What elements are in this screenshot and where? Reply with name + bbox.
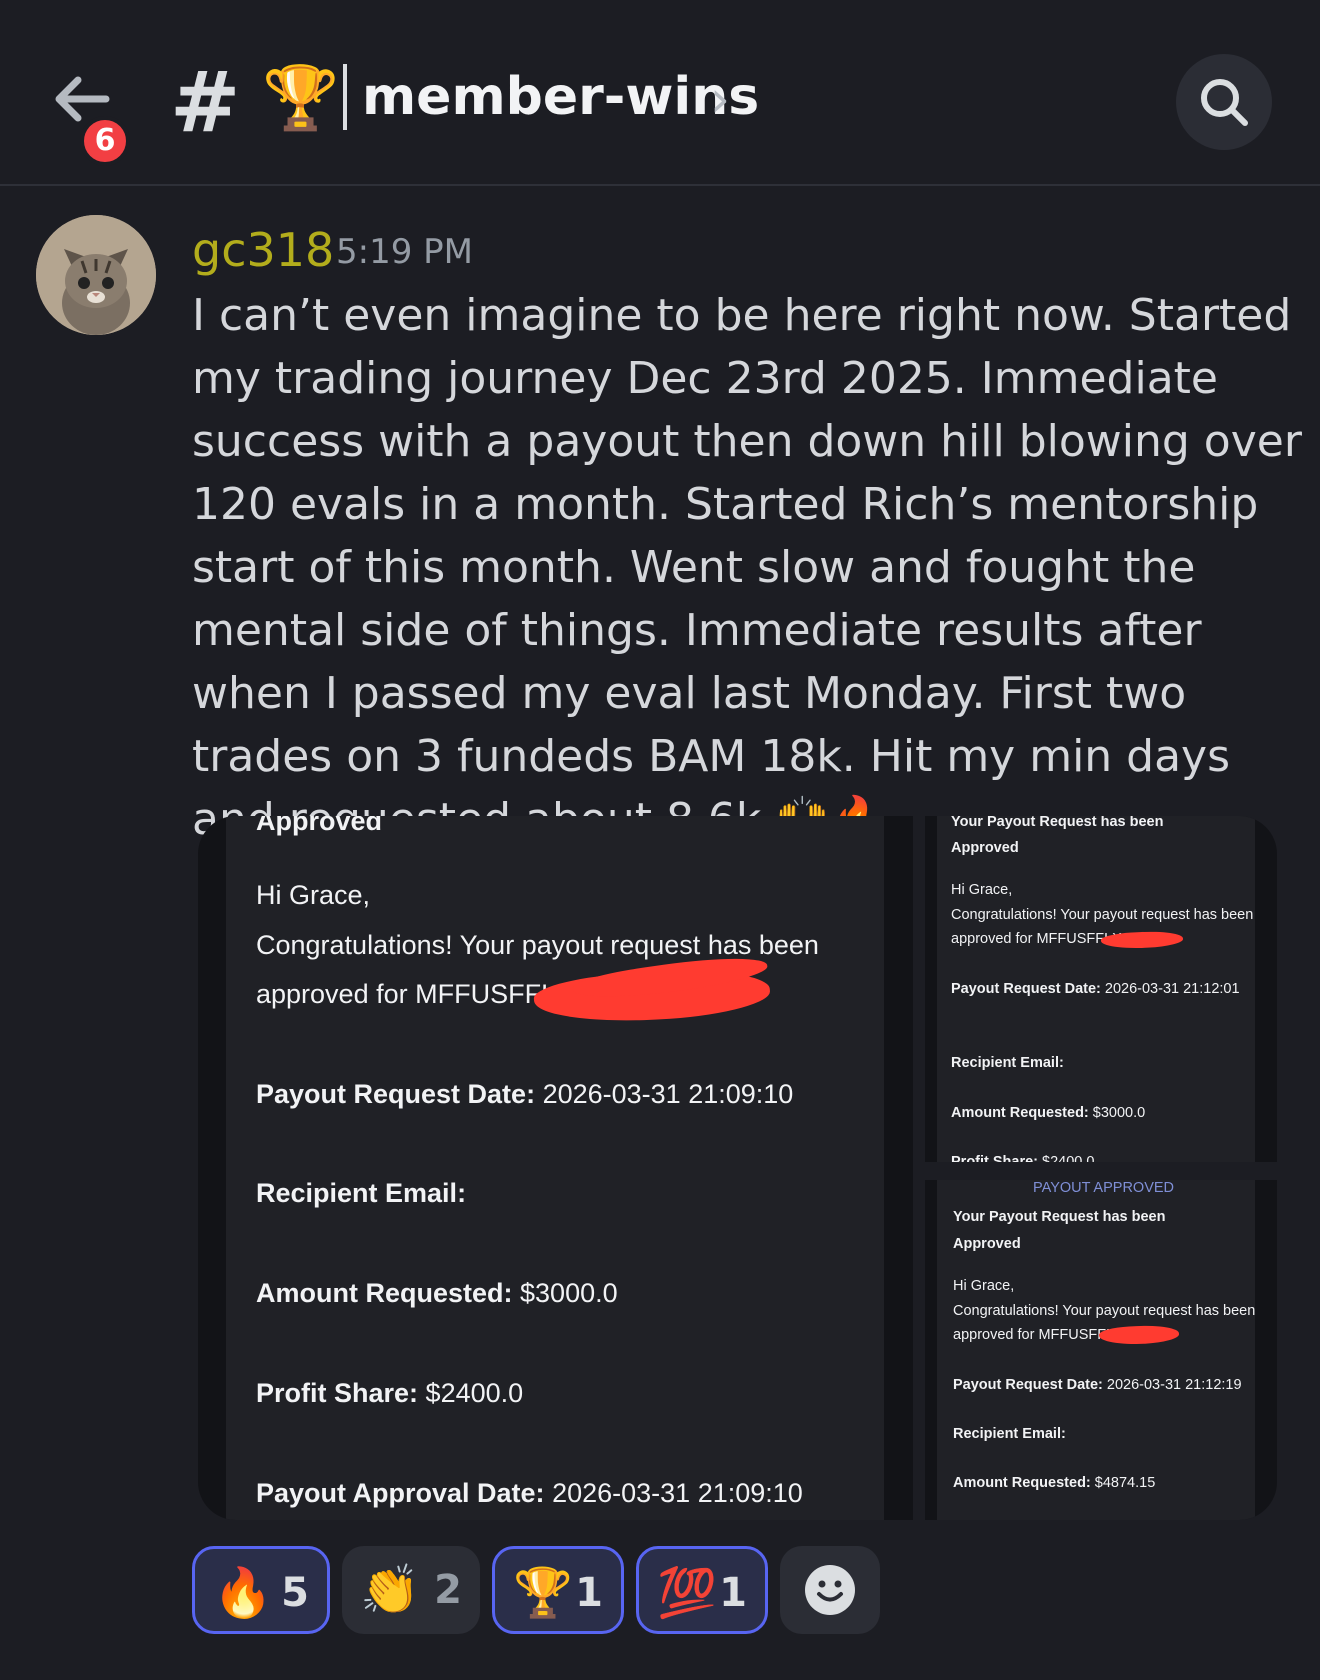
search-icon <box>1201 79 1248 126</box>
reaction-clap[interactable]: 👏 2 <box>342 1546 480 1634</box>
unread-badge: 6 <box>80 116 130 166</box>
email-greeting: Hi Grace, <box>953 1278 1015 1294</box>
payout-date-label: Payout Request Date: <box>951 981 1101 997</box>
message-text: I can’t even imagine to be here right no… <box>192 290 1302 845</box>
amount-requested-label: Amount Requested: <box>951 1105 1089 1121</box>
amount-requested-label: Amount Requested: <box>953 1475 1091 1491</box>
reaction-count: 2 <box>434 1567 462 1613</box>
reaction-trophy[interactable]: 🏆 1 <box>492 1546 624 1634</box>
amount-requested: Amount Requested: $3000.0 <box>256 1278 618 1309</box>
payout-approval-value: 2026-03-31 21:09:10 <box>552 1478 803 1508</box>
email-body: PAYOUT APPROVED Your Payout Request has … <box>937 1180 1255 1520</box>
channel-hash-icon: # <box>170 53 241 151</box>
channel-name[interactable]: member-wins <box>362 60 759 134</box>
amount-requested-label: Amount Requested: <box>256 1278 513 1308</box>
reaction-hundred[interactable]: 💯 1 <box>636 1546 768 1634</box>
email-line-1: Congratulations! Your payout request has… <box>953 1303 1256 1319</box>
avatar[interactable] <box>36 215 156 335</box>
search-button[interactable] <box>1176 54 1272 150</box>
payout-date-value: 2026-03-31 21:12:01 <box>1104 981 1240 997</box>
payout-approved-banner: PAYOUT APPROVED <box>1033 1180 1175 1196</box>
recipient-email-label: Recipient Email: <box>953 1426 1066 1442</box>
recipient-email-label: Recipient Email: <box>256 1178 467 1208</box>
amount-requested-value: $4874.15 <box>1094 1475 1156 1491</box>
payout-approval-label: Payout Approval Date: <box>256 1478 545 1508</box>
profit-share-value: $2400.0 <box>425 1378 524 1408</box>
reaction-count: 1 <box>575 1570 603 1616</box>
payout-date-value: 2026-03-31 21:12:19 <box>1106 1377 1242 1393</box>
attachment-image-main[interactable]: Approved Hi Grace, Congratulations! Your… <box>198 816 913 1520</box>
cat-avatar-image <box>36 215 156 335</box>
payout-date-label: Payout Request Date: <box>953 1377 1103 1393</box>
add-reaction-button[interactable] <box>780 1546 880 1634</box>
payout-approval-date: Payout Approval Date: 2026-03-31 21:09:1… <box>256 1478 803 1509</box>
reaction-count: 5 <box>281 1570 309 1616</box>
email-body: Your Payout Request has been Approved Hi… <box>937 816 1255 1162</box>
fire-icon: 🔥 <box>213 1565 273 1621</box>
reaction-count: 1 <box>719 1570 747 1616</box>
trophy-icon: 🏆 <box>262 61 340 134</box>
clapping-hands-icon: 👏 <box>360 1562 420 1618</box>
email-heading: Approved <box>256 816 383 836</box>
amount-requested: Amount Requested: $4874.15 <box>953 1475 1155 1491</box>
email-heading-line-1: Your Payout Request has been <box>953 1209 1166 1225</box>
email-heading-line-1: Your Payout Request has been <box>951 816 1164 830</box>
amount-requested-value: $3000.0 <box>520 1278 618 1308</box>
amount-requested: Amount Requested: $3000.0 <box>951 1105 1145 1121</box>
channel-header: 6 # 🏆 member-wins › <box>0 0 1320 186</box>
email-line-2: approved for MFFUSFFLX <box>951 931 1122 947</box>
attachment-image-bottom-right[interactable]: PAYOUT APPROVED Your Payout Request has … <box>925 1180 1277 1520</box>
profit-share-label: Profit Share: <box>951 1154 1039 1162</box>
profit-share-value: $2400.0 <box>1042 1154 1095 1162</box>
divider <box>343 64 347 130</box>
hundred-points-icon: 💯 <box>657 1565 717 1621</box>
email-line-1: Congratulations! Your payout request has… <box>951 907 1254 923</box>
payout-date-value: 2026-03-31 21:09:10 <box>542 1079 794 1109</box>
smiley-face-icon <box>805 1565 855 1615</box>
payout-date: Payout Request Date: 2026-03-31 21:12:19 <box>953 1377 1242 1393</box>
profit-share-label: Profit Share: <box>256 1378 419 1408</box>
amount-requested-value: $3000.0 <box>1092 1105 1146 1121</box>
email-greeting: Hi Grace, <box>256 880 371 910</box>
email-heading-line-2: Approved <box>953 1236 1021 1252</box>
email-line-2: approved for MFFUSFFLX <box>256 979 575 1009</box>
email-line-1: Congratulations! Your payout request has… <box>256 930 819 960</box>
attachment-image-top-right[interactable]: Your Payout Request has been Approved Hi… <box>925 816 1277 1162</box>
payout-date: Payout Request Date: 2026-03-31 21:09:10 <box>256 1079 793 1110</box>
payout-date-label: Payout Request Date: <box>256 1079 536 1109</box>
email-greeting: Hi Grace, <box>951 882 1013 898</box>
chevron-right-icon[interactable]: › <box>710 64 730 134</box>
recipient-email-label: Recipient Email: <box>951 1055 1064 1071</box>
payout-date: Payout Request Date: 2026-03-31 21:12:01 <box>951 981 1240 997</box>
profit-share: Profit Share: $2400.0 <box>256 1378 523 1409</box>
trophy-icon: 🏆 <box>513 1565 573 1621</box>
message-author[interactable]: gc318 <box>192 220 334 280</box>
email-heading-line-2: Approved <box>951 840 1019 856</box>
profit-share: Profit Share: $2400.0 <box>951 1154 1094 1162</box>
message-timestamp: 5:19 PM <box>336 232 473 272</box>
email-body: Approved Hi Grace, Congratulations! Your… <box>226 816 884 1520</box>
reaction-fire[interactable]: 🔥 5 <box>192 1546 330 1634</box>
